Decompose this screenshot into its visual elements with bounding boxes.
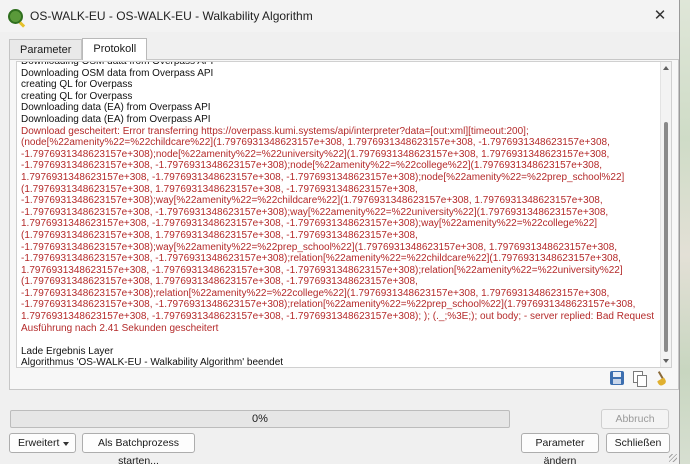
log-line: -1.7976931348623157e+308);way[%22amenity… [21, 195, 603, 207]
log-line: -1.7976931348623157e+308, -1.79769313486… [21, 160, 603, 172]
log-line: (1.7976931348623157e+308, 1.797693134862… [21, 276, 418, 288]
change-parameters-button[interactable]: Parameter ändern [521, 433, 599, 464]
close-button[interactable]: Schließen [606, 433, 670, 453]
log-line: Downloading OSM data from Overpass API [21, 67, 214, 79]
log-line: creating QL for Overpass [21, 90, 133, 102]
title-bar: OS-WALK-EU - OS-WALK-EU - Walkability Al… [0, 0, 679, 32]
log-line: Download gescheitert: Error transferring… [21, 125, 529, 137]
map-canvas-background [680, 0, 690, 464]
log-toolbar [610, 371, 668, 387]
algorithm-dialog: OS-WALK-EU - OS-WALK-EU - Walkability Al… [0, 0, 680, 464]
progress-bar: 0% [10, 410, 510, 428]
log-line: (1.7976931348623157e+308, 1.797693134862… [21, 183, 418, 195]
log-line: 1.7976931348623157e+308, -1.797693134862… [21, 311, 654, 323]
qgis-logo-icon [8, 8, 23, 24]
tab-parameter[interactable]: Parameter [9, 39, 83, 60]
scroll-down-icon[interactable] [663, 359, 669, 363]
log-panel: Downloading OSM data from Overpass API Do… [9, 59, 679, 390]
log-line: Lade Ergebnis Layer [21, 345, 114, 357]
resize-grip-icon[interactable] [669, 454, 677, 462]
log-line: 1.7976931348623157e+308, -1.797693134862… [21, 264, 623, 276]
log-line: Downloading OSM data from Overpass API [21, 61, 214, 67]
log-line: 1.7976931348623157e+308, -1.797693134862… [21, 218, 598, 230]
tab-bar: Parameter Protokoll [9, 38, 148, 60]
log-line: (node[%22amenity%22=%22childcare%22](1.7… [21, 137, 610, 149]
advanced-button-label: Erweitert [18, 437, 60, 449]
chevron-down-icon [63, 442, 69, 446]
scroll-up-icon[interactable] [663, 66, 669, 70]
close-icon[interactable]: ✕ [651, 7, 669, 25]
log-line: creating QL for Overpass [21, 79, 133, 91]
log-line: -1.7976931348623157e+308, -1.79769313486… [21, 206, 609, 218]
log-line: (1.7976931348623157e+308, 1.797693134862… [21, 229, 418, 241]
log-line: -1.7976931348623157e+308, -1.79769313486… [21, 299, 636, 311]
log-line: Downloading data (EA) from Overpass API [21, 102, 211, 114]
log-line: Algorithmus 'OS-WALK-EU - Walkability Al… [21, 357, 284, 368]
log-scrollbar[interactable] [660, 62, 671, 367]
scrollbar-thumb[interactable] [664, 122, 668, 352]
log-line: Downloading data (EA) from Overpass API [21, 113, 211, 125]
window-title: OS-WALK-EU - OS-WALK-EU - Walkability Al… [30, 9, 313, 23]
tab-protokoll[interactable]: Protokoll [82, 38, 148, 60]
copy-log-icon[interactable] [632, 371, 647, 387]
progress-label: 0% [252, 413, 268, 425]
log-line: -1.7976931348623157e+308);node[%22amenit… [21, 148, 610, 160]
save-log-icon[interactable] [610, 371, 624, 385]
log-line: Ausführung nach 2.41 Sekunden gescheiter… [21, 322, 219, 334]
log-text: Downloading OSM data from Overpass API Do… [17, 61, 660, 368]
log-line: -1.7976931348623157e+308);way[%22amenity… [21, 241, 618, 253]
cancel-button[interactable]: Abbruch [601, 409, 669, 429]
log-line: -1.7976931348623157e+308);relation[%22am… [21, 287, 610, 299]
advanced-dropdown-button[interactable]: Erweitert [9, 433, 76, 453]
log-line: 1.7976931348623157e+308, -1.797693134862… [21, 171, 625, 183]
run-as-batch-button[interactable]: Als Batchprozess starten... [82, 433, 195, 464]
log-line: -1.7976931348623157e+308, -1.79769313486… [21, 253, 621, 265]
log-output[interactable]: Downloading OSM data from Overpass API Do… [16, 61, 672, 368]
clear-log-icon[interactable] [654, 371, 668, 385]
